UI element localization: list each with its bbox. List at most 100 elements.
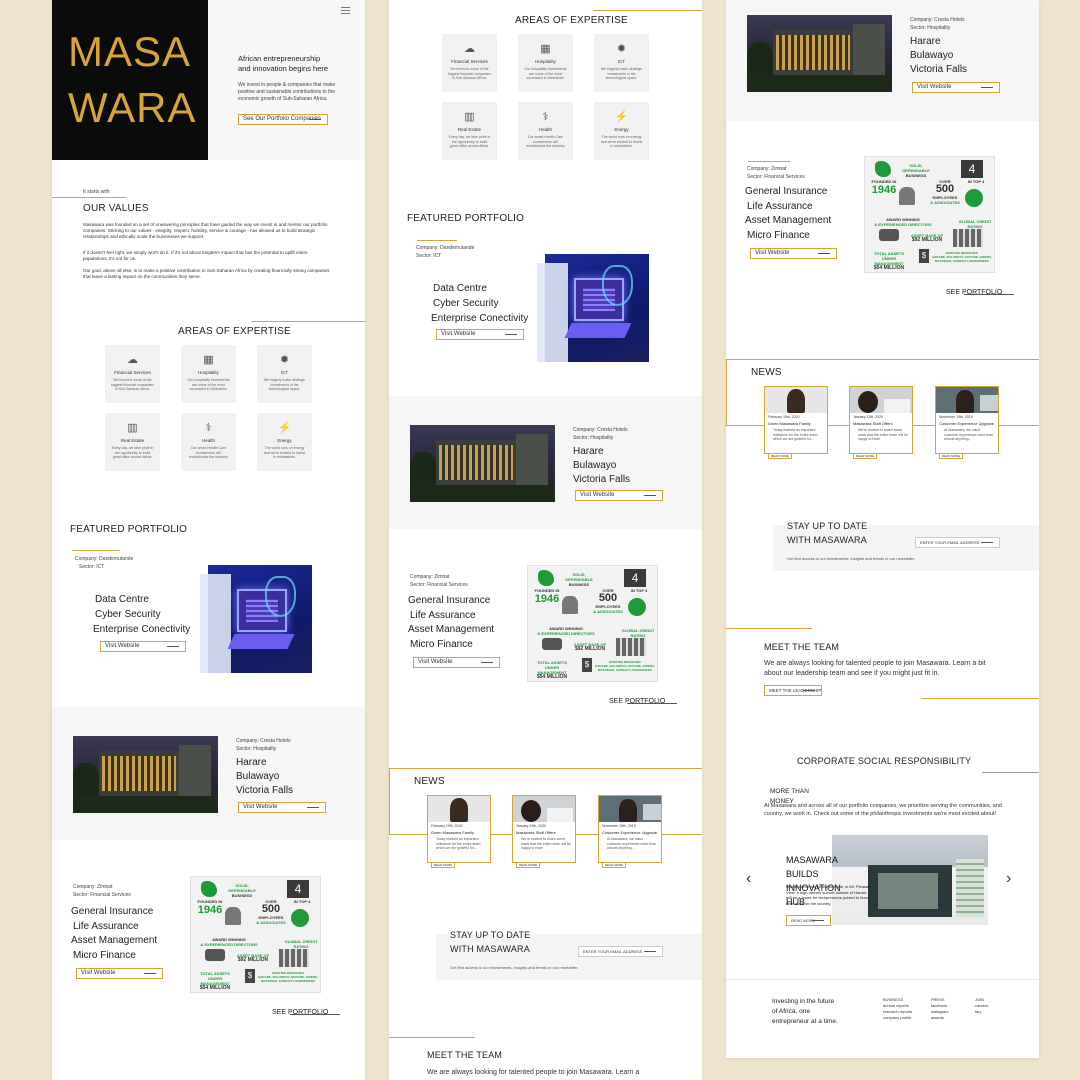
expertise-card-ict[interactable]: ✹ ICT We eagerly make strategic investment… (257, 345, 312, 403)
expertise-card-real-estate[interactable]: ▥ Real Estate Every day, we take pride in … (442, 102, 497, 160)
visit-website-button[interactable]: Visit Website (436, 329, 524, 340)
footer-link[interactable]: company profile (883, 1015, 923, 1021)
company-name: Company: Cresta Hotels (573, 427, 628, 433)
hero-text: We invest in people & companies that mak… (238, 82, 336, 102)
expertise-card-label: Health (201, 438, 215, 443)
expertise-card-financial[interactable]: ☁ Financial Services We invest in some of … (442, 34, 497, 92)
expertise-card-desc: We invest in some of the biggest financi… (111, 378, 154, 391)
newsletter-title-2: WITH MASAWARA (787, 535, 867, 545)
visit-website-button[interactable]: Visit Website (750, 248, 837, 259)
company-sector: Sector: Financial Services (73, 892, 131, 898)
visit-website-button[interactable]: Visit Website (575, 490, 663, 501)
news-headline: Gwen Masawara Family (431, 830, 474, 835)
email-input[interactable]: ENTER YOUR EMAIL ADDRESS (915, 537, 1000, 548)
service-item: Micro Finance (747, 229, 810, 241)
expertise-card-health[interactable]: ⚕ Health Our smart Health Care investments… (181, 413, 236, 471)
brand-logo-line1: MASA (68, 28, 192, 75)
csr-read-more-button[interactable]: READ MORE (786, 915, 831, 926)
location-item: Victoria Falls (910, 64, 968, 75)
expertise-divider (593, 10, 702, 11)
info-asset: ASSET BASE OF $92 MILLION (573, 642, 607, 652)
ict-icon: ✹ (279, 354, 290, 366)
values-paragraph-3: Our goal, above all else, is to make a p… (83, 268, 330, 279)
portfolio-companies-button[interactable]: See Our Portfolio Companies (238, 114, 328, 125)
news-card[interactable]: November 15th, 2019 Customer Experience U… (935, 386, 999, 459)
location-item: Bulawayo (236, 771, 280, 782)
expertise-card-ict[interactable]: ✹ ICT We eagerly make strategic investment… (594, 34, 649, 92)
read-more-button[interactable]: READ MORE (768, 452, 793, 459)
visit-website-button[interactable]: Visit Website (76, 968, 163, 979)
team-divider (726, 628, 812, 629)
zimnat-infographic: SOLID, DEPENDABLE BUSINESS 4 FOUNDED IN 194… (190, 876, 321, 993)
expertise-card-label: Financial Services (451, 59, 488, 64)
news-card[interactable]: January 12th, 2020 Masawara Staff Offers W… (849, 386, 913, 459)
news-excerpt: We're excited to share some news that th… (858, 428, 908, 441)
expertise-card-label: ICT (280, 370, 289, 375)
info-award: AWARD WINNING & EXPERIENCED DIRECTORS (874, 217, 932, 227)
news-photo (765, 387, 827, 413)
service-item: Data Centre (95, 594, 149, 605)
cyber-security-image (200, 565, 312, 673)
expertise-card-label: Financial Services (114, 370, 151, 375)
menu-icon[interactable] (341, 7, 350, 14)
read-more-button[interactable]: READ MORE (853, 452, 878, 459)
news-card[interactable]: February 19th, 2020 Gwen Masawara Family T… (764, 386, 828, 459)
info-total: TOTAL ASSETS UNDER MANAGEMENT $54 MILLION (536, 660, 568, 680)
news-excerpt: Today marked an important milestone for … (436, 837, 482, 850)
news-card[interactable]: November 15th, 2019 Customer Experience U… (598, 795, 662, 868)
footer-link[interactable]: faq (975, 1009, 1005, 1015)
expertise-card-label: Real Estate (457, 127, 482, 132)
info-solid: SOLID, DEPENDABLE BUSINESS (902, 163, 930, 178)
company-name: Company: Cresta Hotels (910, 17, 965, 23)
news-left-rule (726, 359, 727, 425)
expertise-card-energy[interactable]: ⚡ Energy The world runs on energy and we'r… (257, 413, 312, 471)
company-name: Company: Dandemutande (75, 556, 134, 562)
hotel-image (410, 425, 555, 502)
footer-link[interactable]: awards (931, 1015, 961, 1021)
team-text: We are always looking for talented peopl… (427, 1069, 640, 1076)
visit-website-button[interactable]: Visit Website (912, 82, 1000, 93)
carousel-next-icon[interactable]: › (1006, 870, 1011, 888)
visit-website-button[interactable]: Visit Website (100, 641, 186, 652)
visit-website-button[interactable]: Visit Website (238, 802, 326, 813)
expertise-card-hospitality[interactable]: ▦ Hospitality Our hospitality investments … (518, 34, 573, 92)
expertise-card-desc: Our hospitality investments are some of … (187, 378, 230, 391)
expertise-card-label: ICT (617, 59, 626, 64)
read-more-button[interactable]: READ MORE (939, 452, 964, 459)
values-divider (52, 197, 126, 198)
csr-slide-text: Masawara's new innovation hub, in Mt. Pl… (786, 884, 872, 906)
meet-leadership-button[interactable]: MEET THE LEADERSHIP (764, 685, 822, 696)
expertise-card-energy[interactable]: ⚡ Energy The world runs on energy and we'r… (594, 102, 649, 160)
news-excerpt: We're excited to share some news that th… (521, 837, 571, 850)
values-title: OUR VALUES (83, 203, 149, 214)
news-headline: Customer Experience Upgrade (602, 830, 657, 835)
team-divider-right (922, 698, 1039, 699)
carousel-prev-icon[interactable]: ‹ (746, 870, 751, 888)
email-input[interactable]: ENTER YOUR EMAIL ADDRESS (578, 946, 663, 957)
news-date: February 19th, 2020 (768, 415, 800, 419)
news-date: November 15th, 2019 (602, 824, 636, 828)
location-list: Harare Bulawayo Victoria Falls (910, 35, 967, 77)
location-item: Victoria Falls (236, 785, 294, 796)
service-item: General Insurance (745, 186, 828, 197)
expertise-card-health[interactable]: ⚕ Health Our smart Health Care investments… (518, 102, 573, 160)
service-item: Asset Management (745, 215, 832, 226)
health-icon: ⚕ (542, 111, 549, 123)
real-estate-icon: ▥ (464, 111, 475, 123)
values-paragraph-2: If it doesn't feel right, we simply won'… (83, 250, 308, 261)
read-more-button[interactable]: READ MORE (602, 861, 627, 868)
company-sector: Sector: ICT (79, 564, 105, 570)
visit-website-button[interactable]: Visit Website (413, 657, 500, 668)
footer-column-press: PRESS facebook instagram awards (931, 997, 961, 1021)
info-top4: IN TOP 4 (967, 179, 985, 184)
cyber-security-image (537, 254, 649, 362)
read-more-button[interactable]: READ MORE (516, 861, 541, 868)
read-more-button[interactable]: READ MORE (431, 861, 456, 868)
news-card[interactable]: January 12th, 2020 Masawara Staff Offers W… (512, 795, 576, 868)
expertise-card-financial[interactable]: ☁ Financial Services We invest in some of … (105, 345, 160, 403)
expertise-card-hospitality[interactable]: ▦ Hospitality Our hospitality investments … (181, 345, 236, 403)
expertise-card-real-estate[interactable]: ▥ Real Estate Every day, we take pride in … (105, 413, 160, 471)
service-item: Life Assurance (73, 920, 139, 932)
news-card[interactable]: February 19th, 2020 Gwen Masawara Family T… (427, 795, 491, 868)
service-item: General Insurance (71, 906, 154, 917)
